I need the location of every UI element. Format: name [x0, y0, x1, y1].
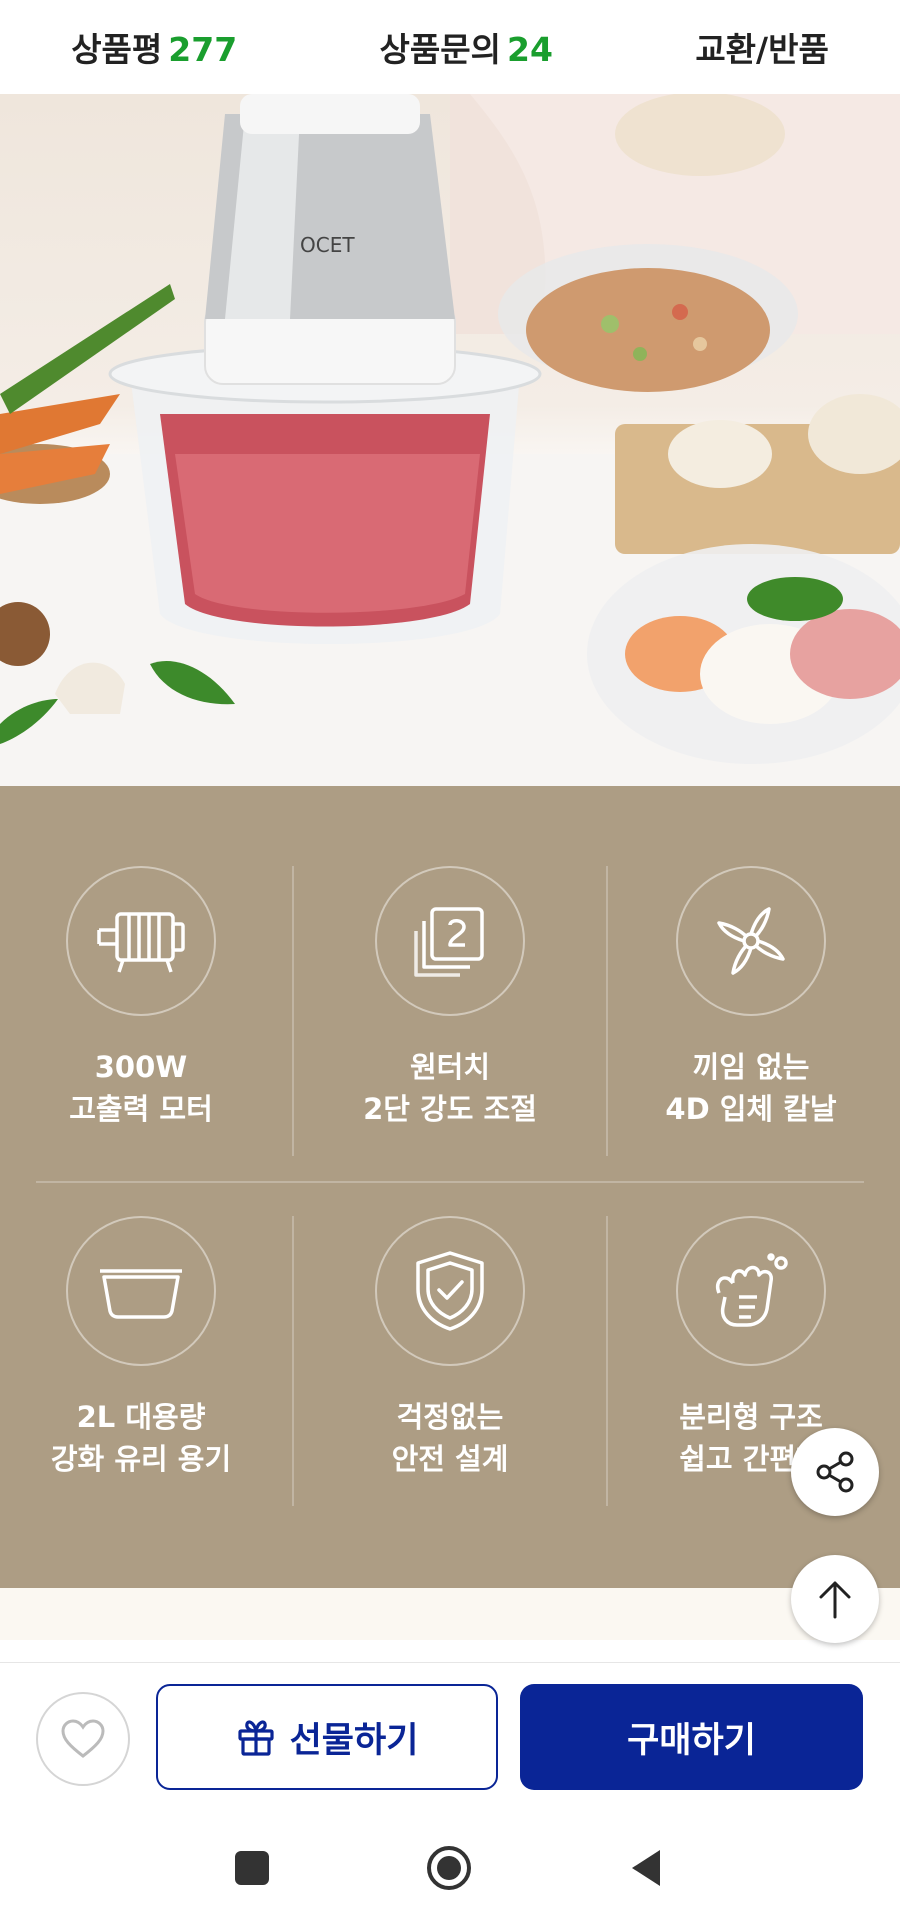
feature-safety: 걱정없는 안전 설계: [300, 1216, 600, 1516]
chopper-scene-image: OCET: [0, 94, 900, 786]
blade-icon: [676, 866, 826, 1016]
tab-reviews-label: 상품평: [71, 30, 163, 69]
feature-highlights: 300W 고출력 모터 원터치 2단 강도 조절 끼임 없는 4D 입체 칼날 …: [0, 786, 900, 1588]
feature-glass-bowl-line2: 강화 유리 용기: [50, 1442, 232, 1477]
share-icon: [816, 1451, 854, 1493]
two-step-icon: [375, 866, 525, 1016]
back-button[interactable]: [618, 1840, 674, 1896]
glass-bowl-icon: [66, 1216, 216, 1366]
feature-motor-line2: 고출력 모터: [69, 1092, 213, 1127]
wishlist-button[interactable]: [36, 1692, 130, 1786]
gift-button[interactable]: 선물하기: [156, 1684, 498, 1790]
gift-button-label: 선물하기: [289, 1720, 419, 1761]
buy-button[interactable]: 구매하기: [520, 1684, 863, 1790]
tab-exchange-return-label: 교환/반품: [695, 30, 829, 69]
feature-blade-line2: 4D 입체 칼날: [665, 1092, 837, 1127]
home-circle-icon: [427, 1846, 471, 1890]
wash-hands-icon: [676, 1216, 826, 1366]
back-triangle-icon: [632, 1850, 660, 1886]
review-tabs: 상품평 277 상품문의 24 교환/반품: [0, 0, 900, 95]
scroll-to-top-button[interactable]: [791, 1555, 879, 1643]
product-photo: OCET: [0, 94, 900, 786]
feature-two-step-line2: 2단 강도 조절: [363, 1092, 537, 1127]
feature-glass-bowl-line1: 2L 대용량: [76, 1400, 206, 1434]
tab-inquiries-label: 상품문의: [379, 30, 501, 69]
square-icon: [235, 1851, 269, 1885]
feature-safety-line1: 걱정없는: [396, 1400, 504, 1434]
recent-apps-button[interactable]: [224, 1840, 280, 1896]
system-nav-bar: [0, 1812, 900, 1919]
shield-check-icon: [375, 1216, 525, 1366]
action-bar-divider: [0, 1662, 900, 1663]
feature-two-step-line1: 원터치: [409, 1050, 491, 1084]
divider-horizontal: [36, 1181, 864, 1183]
feature-detachable-line1: 분리형 구조: [679, 1400, 823, 1434]
brand-mark-text: OCET: [300, 233, 355, 257]
arrow-up-icon: [819, 1581, 851, 1619]
tab-exchange-return[interactable]: 교환/반품: [695, 23, 829, 71]
home-button[interactable]: [421, 1840, 477, 1896]
tab-inquiries-count: 24: [507, 30, 553, 69]
gift-icon: [237, 1720, 274, 1756]
content-spacer: [0, 1588, 900, 1640]
feature-motor: 300W 고출력 모터: [0, 866, 291, 1166]
share-button[interactable]: [791, 1428, 879, 1516]
feature-glass-bowl: 2L 대용량 강화 유리 용기: [0, 1216, 291, 1516]
motor-icon: [66, 866, 216, 1016]
buy-button-label: 구매하기: [627, 1720, 756, 1761]
feature-blade: 끼임 없는 4D 입체 칼날: [601, 866, 900, 1166]
feature-blade-line1: 끼임 없는: [692, 1050, 810, 1084]
feature-two-step: 원터치 2단 강도 조절: [300, 866, 600, 1166]
feature-safety-line2: 안전 설계: [391, 1442, 509, 1477]
heart-icon: [61, 1719, 105, 1758]
tab-reviews-count: 277: [168, 30, 238, 69]
tab-reviews[interactable]: 상품평 277: [71, 23, 237, 71]
tab-inquiries[interactable]: 상품문의 24: [380, 23, 553, 71]
feature-motor-line1: 300W: [94, 1050, 188, 1084]
